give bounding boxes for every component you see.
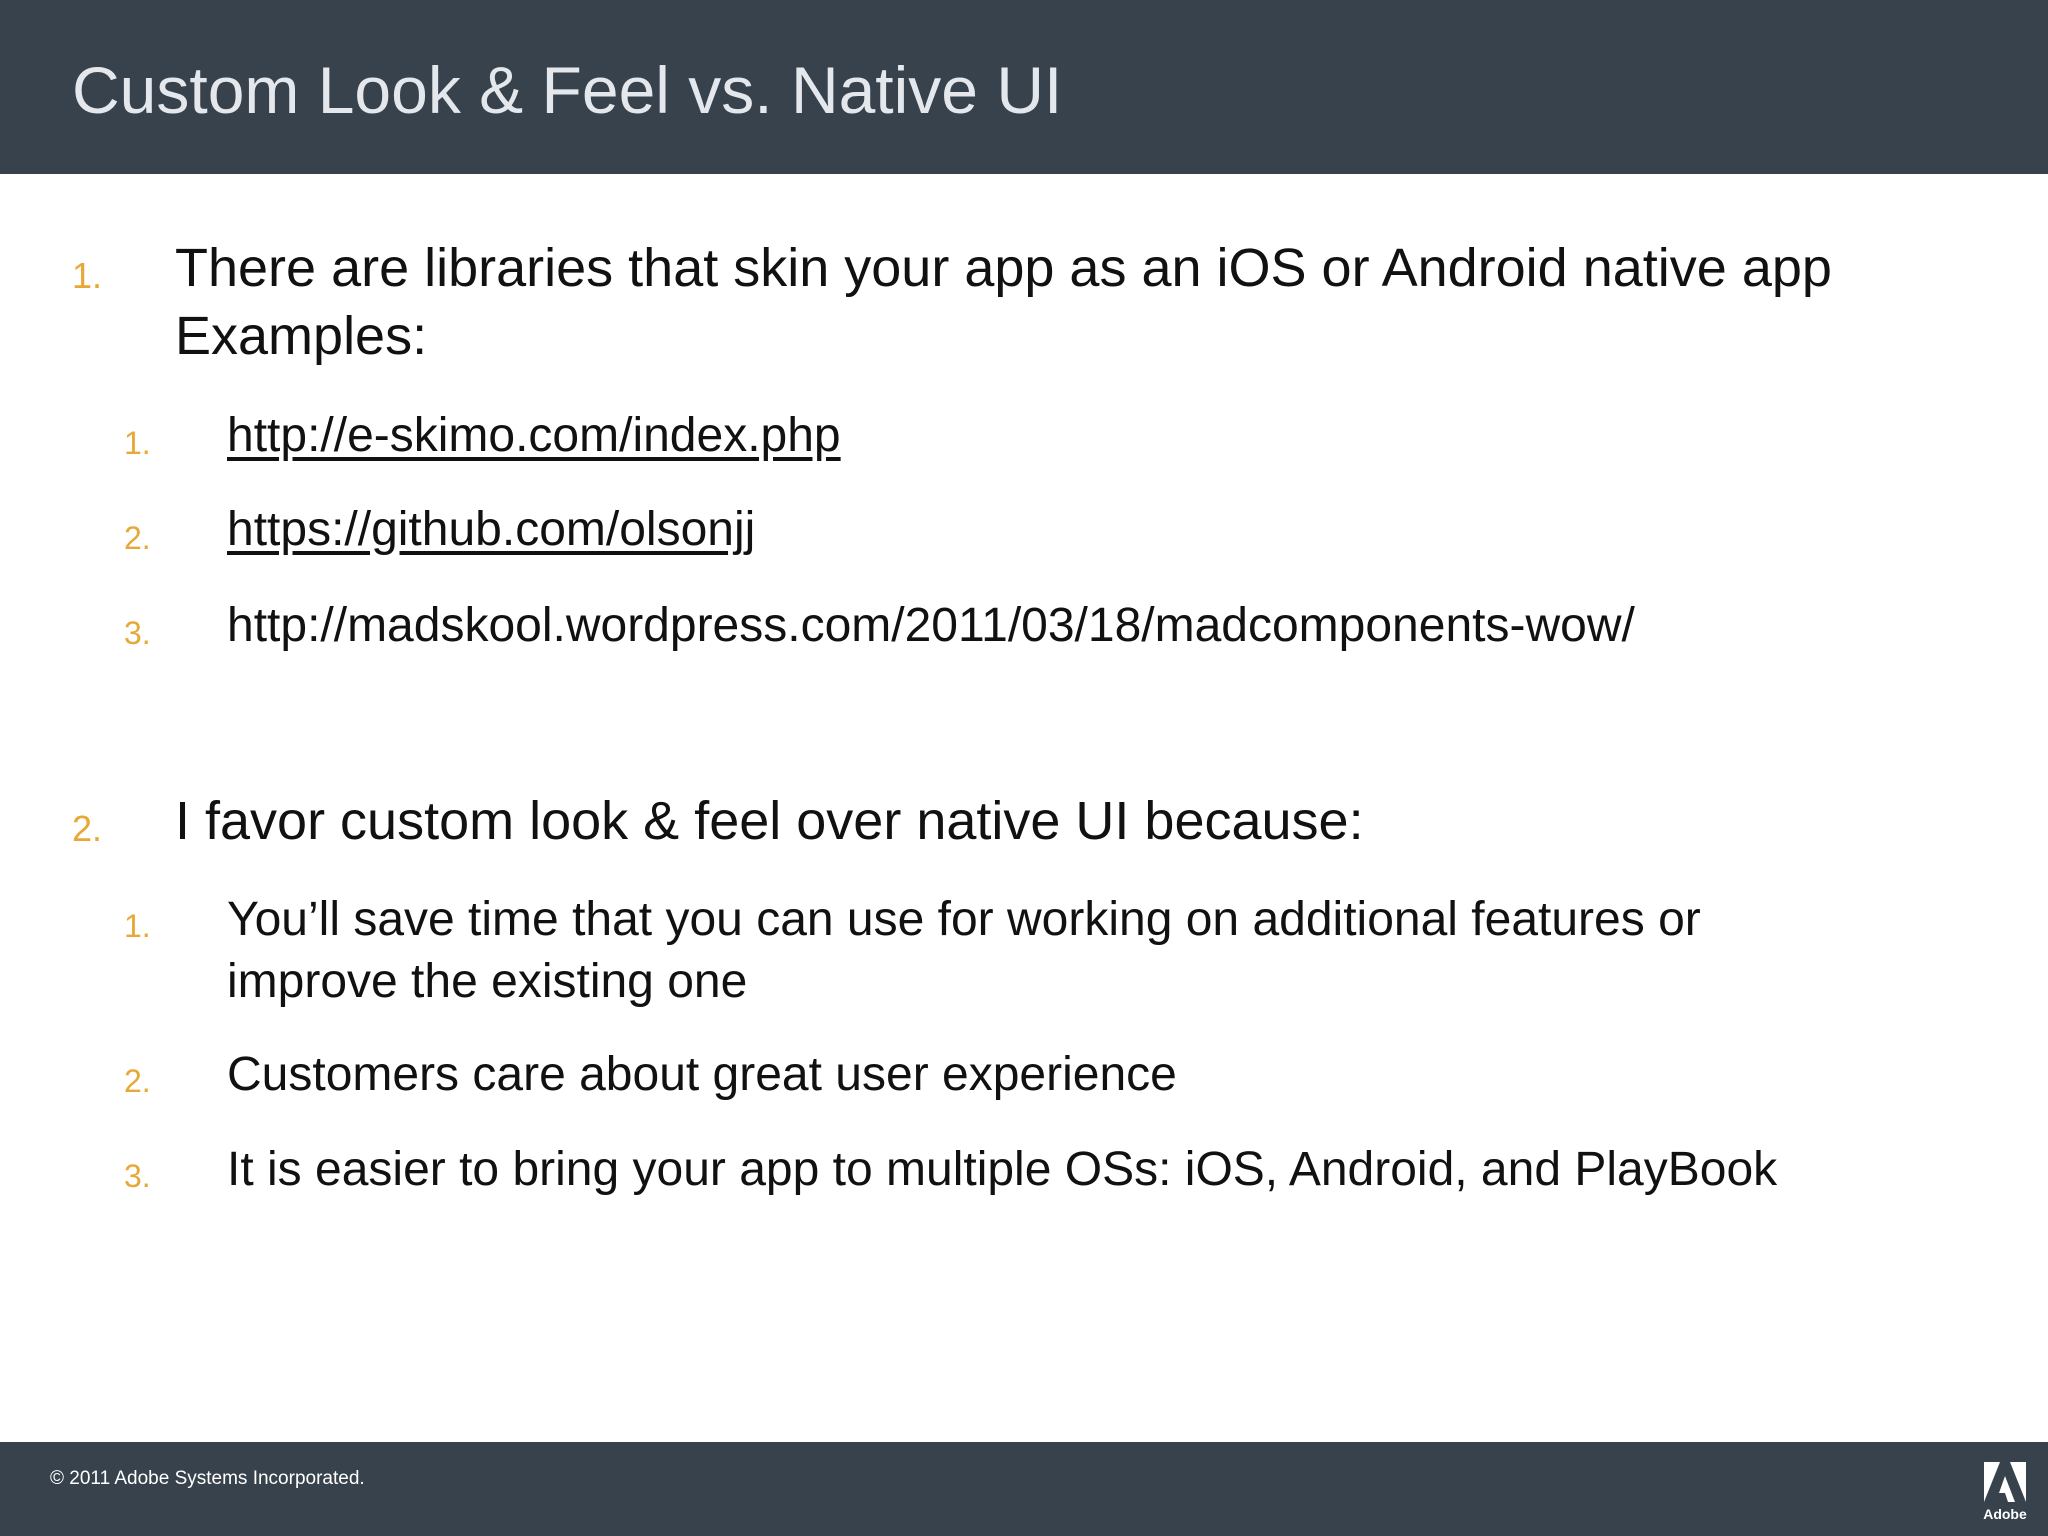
list-number: 2.	[72, 808, 103, 849]
list-item-text: It is easier to bring your app to multip…	[227, 1143, 1778, 1196]
sublist-number: 2.	[124, 520, 151, 556]
slide-footer: © 2011 Adobe Systems Incorporated. Adobe	[0, 1442, 2048, 1536]
sublist-number: 1.	[124, 908, 151, 944]
adobe-logo-text: Adobe	[1983, 1506, 2027, 1522]
slide-header: Custom Look & Feel vs. Native UI	[0, 0, 2048, 174]
list-item-text: improve the existing one	[227, 955, 748, 1008]
list-item-text: There are libraries that skin your app a…	[175, 238, 1832, 298]
list-item-text: I favor custom look & feel over native U…	[175, 791, 1364, 851]
list-number: 1.	[72, 255, 103, 296]
list-item-text: http://madskool.wordpress.com/2011/03/18…	[227, 599, 1635, 652]
list-item-text: Customers care about great user experien…	[227, 1048, 1177, 1101]
sublist-number: 2.	[124, 1063, 151, 1099]
adobe-logo-icon: Adobe	[1982, 1460, 2028, 1522]
copyright-text: © 2011 Adobe Systems Incorporated.	[50, 1468, 365, 1489]
link-e-skimo[interactable]: http://e-skimo.com/index.php	[227, 406, 841, 466]
sublist-number: 3.	[124, 615, 151, 651]
link-github[interactable]: https://github.com/olsonjj	[227, 500, 755, 560]
slide-title: Custom Look & Feel vs. Native UI	[72, 53, 1063, 127]
sublist-number: 1.	[124, 425, 151, 461]
list-item-text: Examples:	[175, 306, 428, 366]
sublist-number: 3.	[124, 1158, 151, 1194]
adobe-logo-mark	[1984, 1462, 2026, 1502]
list-item-text: You’ll save time that you can use for wo…	[227, 893, 1701, 946]
slide: Custom Look & Feel vs. Native UI 1. Ther…	[0, 0, 2048, 1536]
